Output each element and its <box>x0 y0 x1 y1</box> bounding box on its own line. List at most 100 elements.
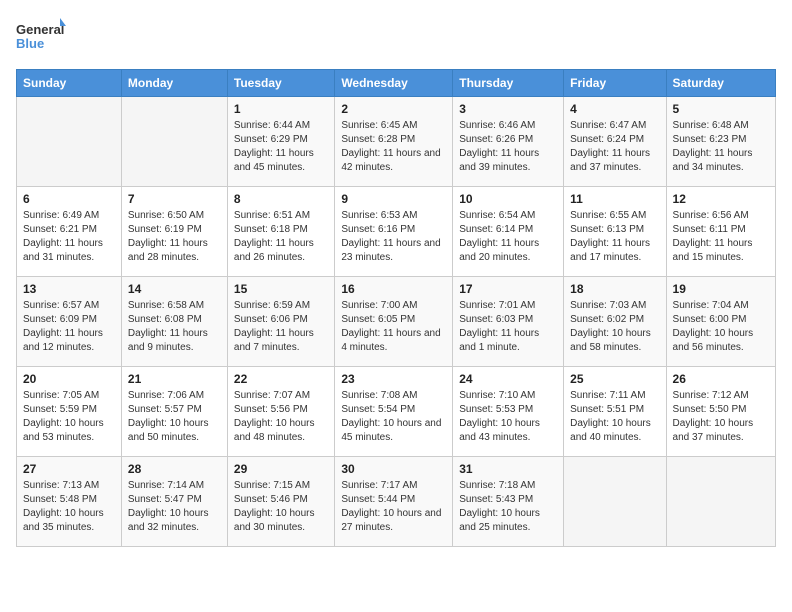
day-number: 23 <box>341 372 446 386</box>
day-info: Sunrise: 7:04 AMSunset: 6:00 PMDaylight:… <box>673 299 769 355</box>
calendar-cell: 10 Sunrise: 6:54 AMSunset: 6:14 PMDayligh… <box>453 187 564 277</box>
calendar-cell: 19 Sunrise: 7:04 AMSunset: 6:00 PMDayligh… <box>666 277 775 367</box>
weekday-header: Thursday <box>453 70 564 97</box>
calendar-cell: 20Sunrise: 7:05 AMSunset: 5:59 PMDayligh… <box>17 367 122 457</box>
day-info: Sunrise: 6:54 AMSunset: 6:14 PMDaylight:… <box>459 209 557 265</box>
day-info: Sunrise: 6:56 AMSunset: 6:11 PMDaylight:… <box>673 209 769 265</box>
day-number: 22 <box>234 372 328 386</box>
calendar-cell: 6 Sunrise: 6:49 AMSunset: 6:21 PMDaylight… <box>17 187 122 277</box>
logo: General Blue <box>16 16 74 61</box>
calendar-cell: 30 Sunrise: 7:17 AMSunset: 5:44 PMDayligh… <box>335 457 453 547</box>
day-info: Sunrise: 7:13 AMSunset: 5:48 PMDaylight:… <box>23 479 115 535</box>
calendar-cell: 26 Sunrise: 7:12 AMSunset: 5:50 PMDayligh… <box>666 367 775 457</box>
day-number: 30 <box>341 462 446 476</box>
day-number: 27 <box>23 462 115 476</box>
day-info: Sunrise: 7:06 AMSunset: 5:57 PMDaylight:… <box>128 389 221 445</box>
weekday-header: Friday <box>564 70 666 97</box>
day-info: Sunrise: 7:12 AMSunset: 5:50 PMDaylight:… <box>673 389 769 445</box>
calendar-cell: 9Sunrise: 6:53 AMSunset: 6:16 PMDaylight… <box>335 187 453 277</box>
day-info: Sunrise: 6:47 AMSunset: 6:24 PMDaylight:… <box>570 119 659 175</box>
calendar-week-row: 1Sunrise: 6:44 AMSunset: 6:29 PMDaylight… <box>17 97 776 187</box>
day-number: 3 <box>459 102 557 116</box>
calendar-cell: 31 Sunrise: 7:18 AMSunset: 5:43 PMDayligh… <box>453 457 564 547</box>
weekday-header: Monday <box>121 70 227 97</box>
weekday-header: Tuesday <box>227 70 334 97</box>
day-number: 19 <box>673 282 769 296</box>
day-number: 13 <box>23 282 115 296</box>
day-info: Sunrise: 7:03 AMSunset: 6:02 PMDaylight:… <box>570 299 659 355</box>
day-number: 8 <box>234 192 328 206</box>
calendar-week-row: 6 Sunrise: 6:49 AMSunset: 6:21 PMDaylight… <box>17 187 776 277</box>
day-number: 7 <box>128 192 221 206</box>
day-info: Sunrise: 7:18 AMSunset: 5:43 PMDaylight:… <box>459 479 557 535</box>
calendar-header-row: SundayMondayTuesdayWednesdayThursdayFrid… <box>17 70 776 97</box>
day-number: 20 <box>23 372 115 386</box>
day-number: 29 <box>234 462 328 476</box>
day-number: 26 <box>673 372 769 386</box>
calendar-cell: 13 Sunrise: 6:57 AMSunset: 6:09 PMDayligh… <box>17 277 122 367</box>
day-info: Sunrise: 7:07 AMSunset: 5:56 PMDaylight:… <box>234 389 328 445</box>
calendar-cell <box>666 457 775 547</box>
calendar-cell: 22 Sunrise: 7:07 AMSunset: 5:56 PMDayligh… <box>227 367 334 457</box>
day-info: Sunrise: 6:55 AMSunset: 6:13 PMDaylight:… <box>570 209 659 265</box>
calendar-cell: 14 Sunrise: 6:58 AMSunset: 6:08 PMDayligh… <box>121 277 227 367</box>
calendar-cell: 24Sunrise: 7:10 AMSunset: 5:53 PMDayligh… <box>453 367 564 457</box>
calendar-cell: 1Sunrise: 6:44 AMSunset: 6:29 PMDaylight… <box>227 97 334 187</box>
day-number: 15 <box>234 282 328 296</box>
day-info: Sunrise: 6:49 AMSunset: 6:21 PMDaylight:… <box>23 209 115 265</box>
calendar-cell: 4 Sunrise: 6:47 AMSunset: 6:24 PMDaylight… <box>564 97 666 187</box>
day-number: 16 <box>341 282 446 296</box>
day-info: Sunrise: 6:57 AMSunset: 6:09 PMDaylight:… <box>23 299 115 355</box>
day-info: Sunrise: 7:10 AMSunset: 5:53 PMDaylight:… <box>459 389 557 445</box>
calendar-cell: 7 Sunrise: 6:50 AMSunset: 6:19 PMDaylight… <box>121 187 227 277</box>
page-header: General Blue <box>16 16 776 61</box>
calendar-cell: 8 Sunrise: 6:51 AMSunset: 6:18 PMDaylight… <box>227 187 334 277</box>
calendar-cell: 25Sunrise: 7:11 AMSunset: 5:51 PMDayligh… <box>564 367 666 457</box>
day-info: Sunrise: 7:15 AMSunset: 5:46 PMDaylight:… <box>234 479 328 535</box>
svg-text:General: General <box>16 22 64 37</box>
day-info: Sunrise: 7:17 AMSunset: 5:44 PMDaylight:… <box>341 479 446 535</box>
calendar-cell: 27 Sunrise: 7:13 AMSunset: 5:48 PMDayligh… <box>17 457 122 547</box>
calendar-cell: 29 Sunrise: 7:15 AMSunset: 5:46 PMDayligh… <box>227 457 334 547</box>
day-number: 4 <box>570 102 659 116</box>
day-info: Sunrise: 6:50 AMSunset: 6:19 PMDaylight:… <box>128 209 221 265</box>
logo-svg: General Blue <box>16 16 66 61</box>
day-info: Sunrise: 6:48 AMSunset: 6:23 PMDaylight:… <box>673 119 769 175</box>
calendar-cell: 11Sunrise: 6:55 AMSunset: 6:13 PMDayligh… <box>564 187 666 277</box>
calendar-cell: 28Sunrise: 7:14 AMSunset: 5:47 PMDayligh… <box>121 457 227 547</box>
day-number: 21 <box>128 372 221 386</box>
calendar-cell <box>121 97 227 187</box>
calendar-cell: 17Sunrise: 7:01 AMSunset: 6:03 PMDayligh… <box>453 277 564 367</box>
day-number: 6 <box>23 192 115 206</box>
day-number: 1 <box>234 102 328 116</box>
day-number: 12 <box>673 192 769 206</box>
day-number: 31 <box>459 462 557 476</box>
calendar-cell: 15Sunrise: 6:59 AMSunset: 6:06 PMDayligh… <box>227 277 334 367</box>
calendar-cell: 2 Sunrise: 6:45 AMSunset: 6:28 PMDaylight… <box>335 97 453 187</box>
calendar-cell: 18 Sunrise: 7:03 AMSunset: 6:02 PMDayligh… <box>564 277 666 367</box>
day-info: Sunrise: 7:08 AMSunset: 5:54 PMDaylight:… <box>341 389 446 445</box>
calendar-week-row: 27 Sunrise: 7:13 AMSunset: 5:48 PMDayligh… <box>17 457 776 547</box>
day-number: 10 <box>459 192 557 206</box>
day-number: 5 <box>673 102 769 116</box>
calendar-table: SundayMondayTuesdayWednesdayThursdayFrid… <box>16 69 776 547</box>
day-info: Sunrise: 7:00 AMSunset: 6:05 PMDaylight:… <box>341 299 446 355</box>
weekday-header: Wednesday <box>335 70 453 97</box>
calendar-cell: 23 Sunrise: 7:08 AMSunset: 5:54 PMDayligh… <box>335 367 453 457</box>
weekday-header: Saturday <box>666 70 775 97</box>
day-info: Sunrise: 6:45 AMSunset: 6:28 PMDaylight:… <box>341 119 446 175</box>
day-info: Sunrise: 7:11 AMSunset: 5:51 PMDaylight:… <box>570 389 659 445</box>
day-number: 9 <box>341 192 446 206</box>
calendar-cell <box>564 457 666 547</box>
weekday-header: Sunday <box>17 70 122 97</box>
day-info: Sunrise: 6:58 AMSunset: 6:08 PMDaylight:… <box>128 299 221 355</box>
calendar-cell <box>17 97 122 187</box>
calendar-cell: 5 Sunrise: 6:48 AMSunset: 6:23 PMDaylight… <box>666 97 775 187</box>
day-number: 17 <box>459 282 557 296</box>
calendar-cell: 12 Sunrise: 6:56 AMSunset: 6:11 PMDayligh… <box>666 187 775 277</box>
day-info: Sunrise: 6:51 AMSunset: 6:18 PMDaylight:… <box>234 209 328 265</box>
day-number: 14 <box>128 282 221 296</box>
day-number: 2 <box>341 102 446 116</box>
day-number: 28 <box>128 462 221 476</box>
day-number: 18 <box>570 282 659 296</box>
